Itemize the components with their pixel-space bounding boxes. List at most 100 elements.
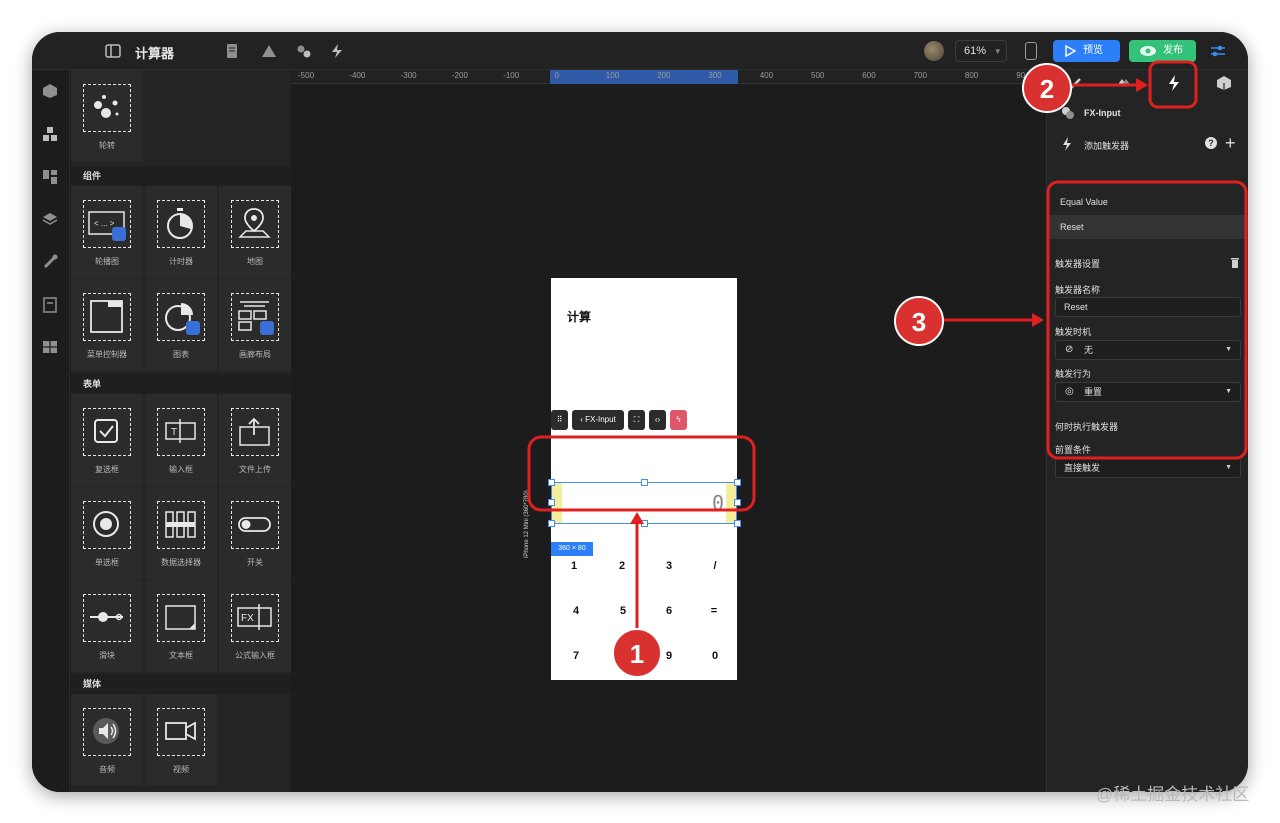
sidebar-toggle-icon[interactable] — [104, 42, 122, 60]
layers-icon[interactable] — [41, 210, 59, 228]
key-0[interactable]: 0 — [704, 650, 726, 662]
trash-icon[interactable] — [1230, 256, 1240, 268]
field-label: 前置条件 — [1055, 445, 1092, 455]
assets-icon[interactable] — [295, 42, 313, 60]
resize-handle[interactable] — [734, 499, 741, 506]
section-header: 媒体 — [71, 674, 291, 694]
cube-icon[interactable] — [41, 82, 59, 100]
timing-label-row: 触发时机 — [1047, 324, 1248, 338]
key-7[interactable]: 7 — [565, 650, 587, 662]
lightning-tab-icon[interactable] — [1165, 74, 1183, 92]
field-value: 直接触发 — [1064, 463, 1101, 473]
publish-button[interactable]: 发布 — [1129, 40, 1196, 62]
textarea-icon — [157, 594, 205, 642]
component-map[interactable]: 地图 — [219, 186, 291, 278]
stopwatch-icon — [157, 200, 205, 248]
inspector-panel: FX-Input 添加触发器 ? + Equal Value Reset 触发器… — [1046, 70, 1248, 792]
zoom-select[interactable]: 61% ▾ — [955, 40, 1007, 62]
component-data-picker[interactable]: 数据选择器 — [145, 487, 217, 579]
key-3[interactable]: 3 — [658, 560, 680, 572]
pages-icon[interactable] — [41, 296, 59, 314]
component-audio[interactable]: 音频 — [71, 694, 143, 786]
brush-icon[interactable] — [41, 253, 59, 271]
drive-icon[interactable] — [260, 42, 278, 60]
component-carousel[interactable]: < ... > 轮播图 — [71, 186, 143, 278]
component-label: 地图 — [247, 257, 263, 266]
lightning-icon — [1063, 137, 1071, 151]
component-switch[interactable]: 开关 — [219, 487, 291, 579]
key-divide[interactable]: / — [704, 560, 726, 572]
key-6[interactable]: 6 — [658, 605, 680, 617]
table-icon[interactable] — [41, 338, 59, 356]
component-name: FX-Input — [1084, 108, 1121, 118]
calculator-title: 计算 — [567, 310, 592, 324]
checkbox-icon — [83, 408, 131, 456]
key-4[interactable]: 4 — [565, 605, 587, 617]
field-label: 触发时机 — [1055, 327, 1092, 337]
fullscreen-icon[interactable]: ⛶ — [628, 410, 645, 430]
component-radio[interactable]: 单选框 — [71, 487, 143, 579]
component-textarea[interactable]: 文本框 — [145, 580, 217, 672]
design-canvas[interactable]: -500 -400 -300 -200 -100 0 100 200 300 400 500 600 7… — [292, 70, 1046, 792]
document-icon[interactable] — [223, 42, 241, 60]
layout-icon[interactable] — [41, 168, 59, 186]
key-1[interactable]: 1 — [563, 560, 585, 572]
trigger-item-reset[interactable]: Reset — [1047, 215, 1248, 239]
add-trigger-row[interactable]: 添加触发器 ? + — [1047, 133, 1248, 154]
code-icon[interactable]: ‹› — [649, 410, 666, 430]
trigger-action-select[interactable]: ◎ 重置 ▼ — [1055, 382, 1241, 402]
precondition-select[interactable]: 直接触发 ▼ — [1055, 458, 1241, 478]
slider-icon — [83, 594, 131, 642]
resize-handle[interactable] — [641, 520, 648, 527]
component-slider[interactable]: 滑块 — [71, 580, 143, 672]
key-equals[interactable]: = — [703, 605, 725, 617]
drag-handle-icon[interactable]: ⠿ — [551, 410, 568, 430]
formula-fx-icon: FX — [231, 594, 279, 642]
component-gallery-layout[interactable]: 画廊布局 — [219, 279, 291, 371]
component-carousel-wheel[interactable]: 轮转 — [71, 70, 143, 162]
package-tab-icon[interactable] — [1215, 74, 1233, 92]
trigger-timing-select[interactable]: ⊘ 无 ▼ — [1055, 340, 1241, 360]
page-title: 计算器 — [135, 46, 175, 61]
key-5[interactable]: 5 — [612, 605, 634, 617]
component-label: 文件上传 — [239, 465, 271, 474]
component-menu-controller[interactable]: 菜单控制器 — [71, 279, 143, 371]
trigger-lightning-icon[interactable]: ϟ — [670, 410, 687, 430]
avatar[interactable] — [924, 41, 944, 61]
ruler-tick: 0 — [554, 71, 559, 80]
resize-handle[interactable] — [734, 520, 741, 527]
settings-sliders-icon[interactable] — [1209, 42, 1227, 60]
field-value: 重置 — [1084, 387, 1103, 397]
parent-select-button[interactable]: ‹ FX-Input — [572, 410, 624, 430]
fx-input-field[interactable]: 0 — [551, 482, 737, 524]
components-icon[interactable] — [41, 125, 59, 143]
component-formula-input[interactable]: FX 公式输入框 — [219, 580, 291, 672]
ruler-tick: 300 — [708, 71, 722, 80]
resize-handle[interactable] — [548, 479, 555, 486]
component-checkbox[interactable]: 复选框 — [71, 394, 143, 486]
resize-handle[interactable] — [641, 479, 648, 486]
size-indicator: 360 × 80 — [551, 542, 593, 556]
component-input[interactable]: T 输入框 — [145, 394, 217, 486]
when-title-row: 何时执行触发器 — [1047, 419, 1248, 433]
resize-handle[interactable] — [548, 499, 555, 506]
component-video[interactable]: 视频 — [145, 694, 217, 786]
component-timer[interactable]: 计时器 — [145, 186, 217, 278]
device-preview-icon[interactable] — [1025, 42, 1037, 60]
data-picker-icon — [157, 501, 205, 549]
component-file-upload[interactable]: 文件上传 — [219, 394, 291, 486]
trigger-name-input[interactable]: Reset — [1055, 297, 1241, 317]
preview-button[interactable]: 预览 — [1053, 40, 1120, 62]
resize-handle[interactable] — [548, 520, 555, 527]
key-2[interactable]: 2 — [611, 560, 633, 572]
diamonds-tab-icon[interactable] — [1113, 74, 1131, 92]
ruler-tick: -500 — [298, 71, 315, 80]
resize-handle[interactable] — [734, 479, 741, 486]
ruler-tick: 500 — [811, 71, 825, 80]
add-icon[interactable]: + — [1225, 133, 1236, 154]
component-chart[interactable]: 图表 — [145, 279, 217, 371]
help-icon[interactable]: ? — [1205, 137, 1217, 149]
lightning-icon[interactable] — [328, 42, 346, 60]
ruler-tick: -300 — [400, 71, 417, 80]
chevron-down-icon: ▾ — [995, 46, 1000, 56]
